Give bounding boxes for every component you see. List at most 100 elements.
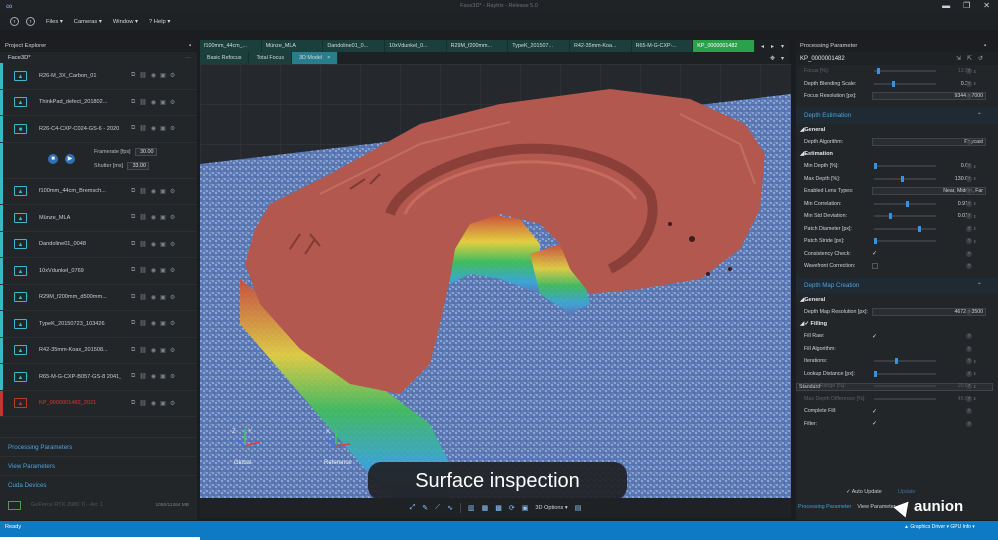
section-depth-estimation[interactable]: Depth Estimation ⌃: [796, 106, 998, 124]
section-processing-parameters[interactable]: Processing Parameters: [0, 437, 197, 456]
help-icon[interactable]: ?: [966, 225, 972, 232]
slider-handle[interactable]: [874, 370, 877, 377]
tab-dataset[interactable]: R29M_f200mm...: [446, 40, 509, 52]
view-icon[interactable]: ◉: [151, 373, 156, 380]
help-icon[interactable]: ?: [966, 80, 972, 87]
update-button[interactable]: Update: [898, 489, 915, 495]
help-icon[interactable]: ?: [966, 333, 972, 339]
copy-icon[interactable]: ⧉: [131, 373, 135, 380]
tab-scroll-right-icon[interactable]: ▸: [771, 43, 774, 50]
param-slider[interactable]: [874, 238, 936, 245]
settings-icon[interactable]: ⚙: [170, 400, 175, 407]
slider-handle[interactable]: [891, 80, 895, 87]
save-icon[interactable]: ▣: [160, 99, 166, 106]
help-icon[interactable]: ?: [966, 163, 972, 169]
settings-icon[interactable]: ⚙: [170, 214, 175, 221]
tab-dataset[interactable]: Dandoline01_0...: [323, 40, 385, 52]
help-icon[interactable]: ?: [966, 408, 972, 414]
tab-view[interactable]: Total Focus: [249, 52, 293, 64]
help-icon[interactable]: ?: [966, 213, 972, 219]
spin-icon[interactable]: ⇕: [973, 384, 979, 389]
tab-scroll-left-icon[interactable]: ◂: [761, 43, 764, 50]
settings-icon[interactable]: ⚙: [170, 267, 175, 274]
back-icon[interactable]: ‹: [10, 17, 19, 26]
copy-icon[interactable]: ⧉: [131, 72, 135, 79]
copy-icon[interactable]: ⧉: [131, 320, 135, 327]
param-checkbox[interactable]: ✓: [872, 408, 879, 415]
grid-icon[interactable]: ▩: [495, 504, 502, 512]
slider-handle[interactable]: [900, 175, 904, 182]
tab-dataset[interactable]: KP_0000001482: [693, 40, 755, 52]
copy-icon[interactable]: ⧉: [131, 294, 135, 301]
view-icon[interactable]: ◉: [151, 267, 156, 274]
help-icon[interactable]: ?: [966, 138, 972, 145]
histogram-icon[interactable]: ▥: [468, 504, 475, 512]
dropdown-icon[interactable]: ▾: [781, 55, 784, 62]
project-item[interactable]: ▲ Dandoline01_0048 ⧉ ⛓ ◉ ▣ ⚙: [0, 231, 197, 258]
settings-icon[interactable]: ⚙: [170, 99, 175, 106]
3d-cube-icon[interactable]: ▣: [522, 504, 529, 512]
link-icon[interactable]: ⛓: [139, 241, 147, 248]
copy-icon[interactable]: ⧉: [131, 99, 135, 106]
save-icon[interactable]: ▣: [160, 267, 166, 274]
tab-view[interactable]: Basic Refocus: [200, 52, 250, 64]
copy-icon[interactable]: ⧉: [131, 214, 135, 221]
help-icon[interactable]: ?: [966, 238, 972, 244]
link-icon[interactable]: ⛓: [139, 267, 147, 274]
save-icon[interactable]: ▣: [160, 214, 166, 221]
param-slider[interactable]: [874, 225, 936, 232]
spin-icon[interactable]: ⇕: [973, 81, 979, 86]
project-item[interactable]: ▲ 10xVdunkel_0769 ⧉ ⛓ ◉ ▣ ⚙: [0, 258, 197, 285]
project-item[interactable]: ▲ f100mm_44cm_Bremsch... ⧉ ⛓ ◉ ▣ ⚙: [0, 178, 197, 205]
settings-icon[interactable]: ⚙: [170, 125, 175, 132]
save-icon[interactable]: ▣: [160, 72, 166, 79]
param-slider[interactable]: [874, 385, 936, 388]
auto-update-checkbox[interactable]: ✓ Auto Update: [846, 489, 882, 495]
project-item[interactable]: ▲ R29M_f200mm_d500mm... ⧉ ⛓ ◉ ▣ ⚙: [0, 284, 197, 311]
play-icon[interactable]: ▶: [65, 153, 75, 164]
param-slider[interactable]: [874, 163, 936, 170]
param-slider[interactable]: [874, 175, 936, 182]
sync-icon[interactable]: ⟳: [509, 504, 515, 512]
save-icon[interactable]: ▣: [160, 125, 166, 132]
spin-icon[interactable]: ⇕: [973, 226, 979, 231]
help-icon[interactable]: ?: [966, 383, 972, 389]
save-icon[interactable]: ▣: [160, 373, 166, 380]
shutter-input[interactable]: 33.00: [127, 161, 150, 170]
save-icon[interactable]: ▣: [160, 400, 166, 407]
chart-icon[interactable]: ▦: [482, 504, 489, 512]
save-icon[interactable]: ▣: [160, 294, 166, 301]
link-icon[interactable]: ⛓: [139, 188, 147, 195]
collapse-icon[interactable]: ⌃: [977, 112, 982, 119]
settings-icon[interactable]: ⚙: [170, 188, 175, 195]
param-slider[interactable]: [874, 358, 936, 365]
export-icon[interactable]: ⇱: [967, 55, 972, 62]
save-icon[interactable]: ▣: [160, 347, 166, 354]
slider-handle[interactable]: [918, 225, 922, 232]
select-tool-icon[interactable]: ⤢: [410, 504, 416, 512]
view-icon[interactable]: ◉: [151, 72, 156, 79]
graphics-driver-info[interactable]: ▲ Graphics Driver ▾ GPU Info ▾: [904, 524, 975, 530]
help-icon[interactable]: ?: [966, 358, 972, 364]
spin-icon[interactable]: ⇕: [973, 214, 979, 219]
section-cuda-devices[interactable]: Cuda Devices: [0, 475, 197, 494]
project-item[interactable]: ▲ KP_0000001482_2021 ⧉ ⛓ ◉ ▣ ⚙: [0, 390, 197, 417]
group-general[interactable]: ◢ General: [796, 294, 998, 306]
spin-icon[interactable]: ⇕: [973, 371, 979, 376]
help-icon[interactable]: ?: [966, 175, 972, 182]
param-slider[interactable]: [874, 370, 936, 377]
tab-dataset[interactable]: TypeK_201507...: [508, 40, 570, 52]
link-icon[interactable]: ⛓: [139, 320, 147, 327]
copy-icon[interactable]: ⧉: [131, 241, 135, 248]
close-icon[interactable]: ✕: [983, 1, 990, 10]
maximize-icon[interactable]: ❐: [963, 1, 970, 10]
link-icon[interactable]: ⛓: [139, 214, 147, 221]
settings-icon[interactable]: ⚙: [170, 347, 175, 354]
help-icon[interactable]: ?: [966, 93, 972, 99]
tab-dataset[interactable]: Münze_MLA: [261, 40, 324, 52]
help-icon[interactable]: ?: [966, 68, 972, 74]
slider-handle[interactable]: [874, 163, 877, 170]
link-icon[interactable]: ⛓: [139, 125, 147, 132]
project-item[interactable]: ▲ Münze_MLA ⧉ ⛓ ◉ ▣ ⚙: [0, 205, 197, 232]
tab-dataset[interactable]: f100mm_44cm_...: [200, 40, 262, 52]
